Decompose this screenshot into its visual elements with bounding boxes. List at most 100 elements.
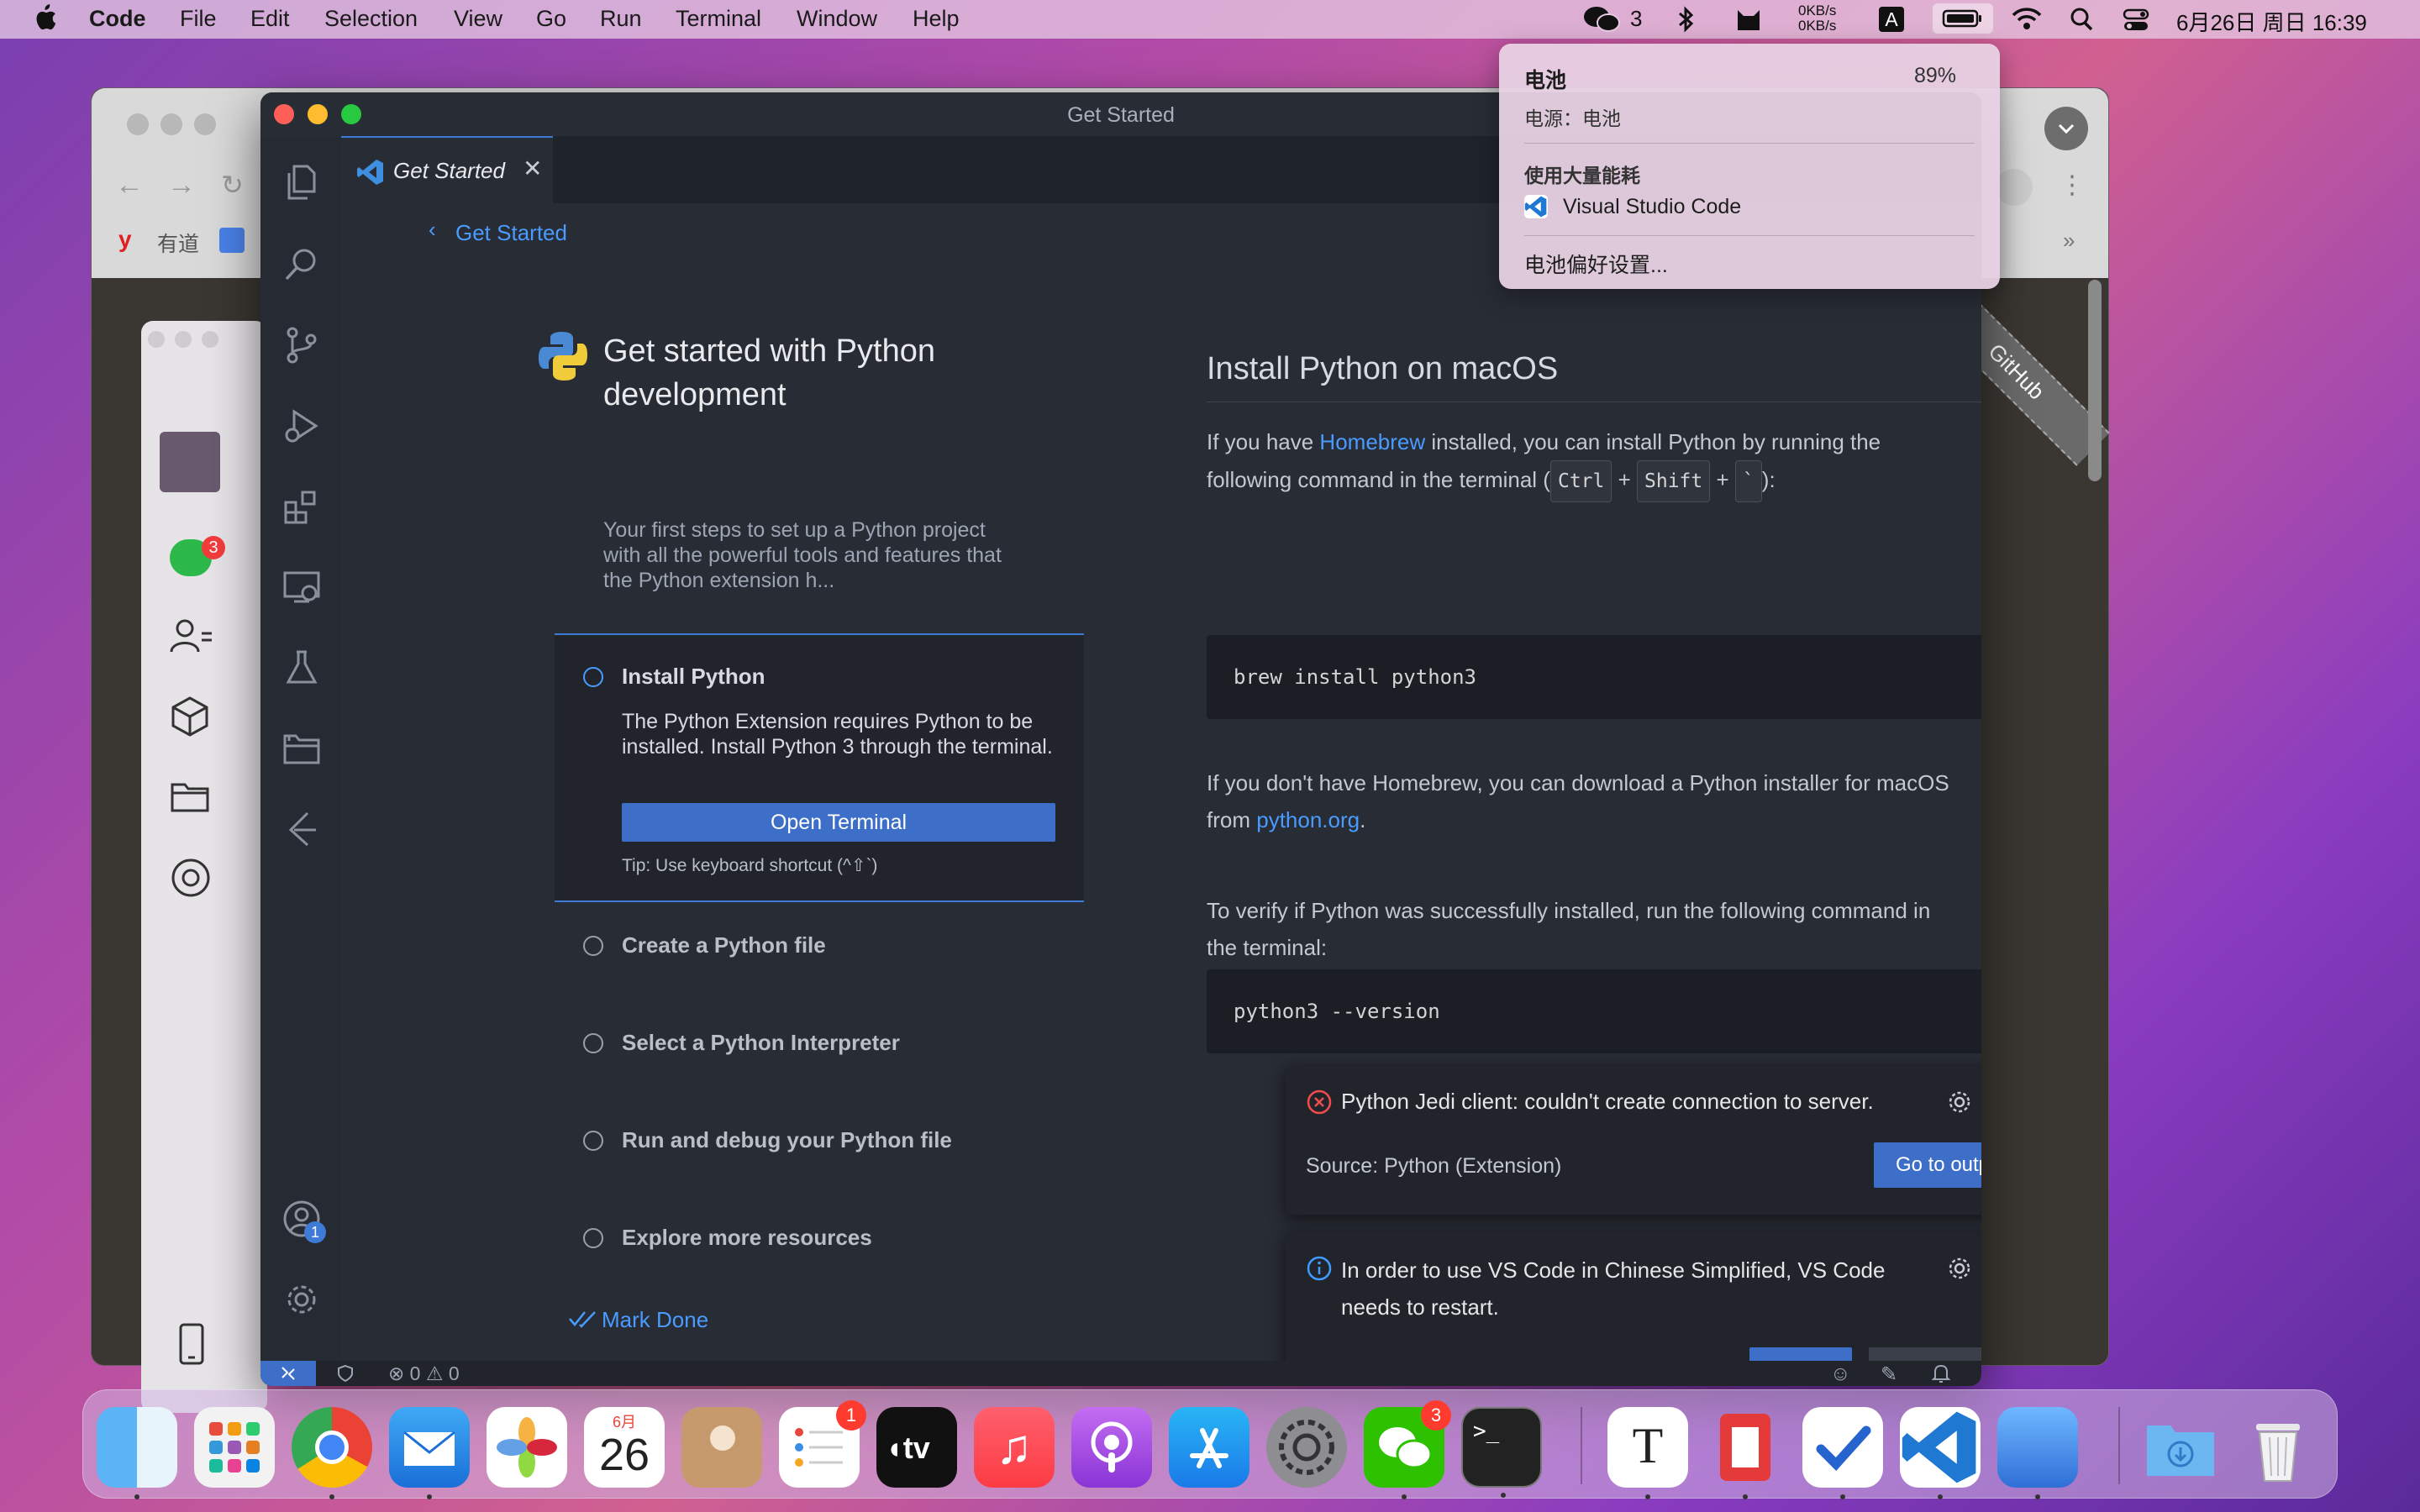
browser-close-dot[interactable] bbox=[127, 113, 149, 135]
dock-terminal[interactable]: >_ bbox=[1461, 1407, 1542, 1498]
code-block-version[interactable]: python3 --version bbox=[1207, 969, 1981, 1053]
wechat-moments-icon[interactable] bbox=[170, 857, 212, 903]
wechat-contacts-icon[interactable] bbox=[170, 617, 213, 659]
run-debug-icon[interactable] bbox=[282, 407, 321, 445]
browser-max-dot[interactable] bbox=[194, 113, 216, 135]
dock-reminders[interactable]: 1 bbox=[779, 1400, 866, 1488]
dock-wechat[interactable]: 3 bbox=[1364, 1400, 1451, 1499]
python-org-link[interactable]: python.org bbox=[1256, 807, 1360, 832]
dock-mail[interactable] bbox=[389, 1407, 470, 1499]
manage-gear-icon[interactable] bbox=[282, 1280, 321, 1319]
spotlight-icon[interactable] bbox=[2069, 5, 2094, 39]
homebrew-link[interactable]: Homebrew bbox=[1319, 429, 1425, 454]
step-radio[interactable] bbox=[583, 1033, 603, 1053]
testing-icon[interactable] bbox=[282, 648, 321, 687]
notifications-bell-icon[interactable] bbox=[1931, 1362, 1951, 1386]
menu-help[interactable]: Help bbox=[913, 6, 960, 32]
apple-menu-icon[interactable] bbox=[32, 3, 57, 39]
dock-todo[interactable] bbox=[1802, 1407, 1883, 1499]
step-select-interpreter[interactable]: Select a Python Interpreter bbox=[555, 1025, 1084, 1067]
dock-parallels[interactable] bbox=[1705, 1407, 1786, 1499]
wifi-icon[interactable] bbox=[2012, 5, 2042, 39]
back-chevron-icon[interactable]: ‹ bbox=[429, 217, 436, 243]
back-link[interactable]: Get Started bbox=[455, 220, 567, 246]
problems-indicator[interactable]: ⊗ 0 ⚠ 0 bbox=[388, 1362, 460, 1385]
step-create-python-file[interactable]: Create a Python file bbox=[555, 927, 1084, 969]
notification-settings-icon[interactable] bbox=[1946, 1255, 1973, 1286]
menu-file[interactable]: File bbox=[180, 6, 217, 32]
source-control-icon[interactable] bbox=[282, 326, 321, 365]
menu-view[interactable]: View bbox=[454, 6, 502, 32]
code-block-brew[interactable]: brew install python3 bbox=[1207, 635, 1981, 719]
wechat-phone-icon[interactable] bbox=[178, 1322, 205, 1370]
app-menu-code[interactable]: Code bbox=[89, 6, 146, 32]
step-install-python[interactable]: Install Python The Python Extension requ… bbox=[555, 633, 1084, 902]
mark-done-link[interactable]: Mark Done bbox=[602, 1307, 708, 1333]
explorer-icon[interactable] bbox=[282, 163, 321, 202]
project-manager-icon[interactable] bbox=[282, 729, 321, 768]
menu-run[interactable]: Run bbox=[600, 6, 642, 32]
dock-launchpad[interactable] bbox=[194, 1407, 275, 1488]
go-to-output-button[interactable]: Go to output bbox=[1874, 1142, 1981, 1188]
shield-icon[interactable] bbox=[336, 1364, 355, 1386]
browser-more-icon[interactable]: ⋮ bbox=[2060, 171, 2085, 200]
menu-edit[interactable]: Edit bbox=[250, 6, 290, 32]
step-explore-resources[interactable]: Explore more resources bbox=[555, 1220, 1084, 1262]
wechat-status-icon[interactable] bbox=[1583, 5, 1620, 39]
input-method-icon[interactable]: A bbox=[1879, 7, 1904, 32]
menu-terminal[interactable]: Terminal bbox=[676, 6, 761, 32]
dock-podcasts[interactable] bbox=[1071, 1407, 1152, 1488]
dock-vscode[interactable] bbox=[1900, 1407, 1981, 1499]
dock-appstore[interactable] bbox=[1169, 1407, 1249, 1488]
tab-close-icon[interactable]: ✕ bbox=[523, 155, 542, 182]
step-radio[interactable] bbox=[583, 936, 603, 956]
step-radio[interactable] bbox=[583, 1131, 603, 1151]
translate-bookmark-icon[interactable] bbox=[219, 228, 245, 253]
dock-downloads-folder[interactable] bbox=[2140, 1407, 2221, 1488]
browser-back-icon[interactable]: ← bbox=[115, 169, 144, 202]
dock-photos[interactable] bbox=[487, 1407, 567, 1488]
copilot-icon[interactable]: ☺ bbox=[1830, 1362, 1851, 1386]
wechat-light-3[interactable] bbox=[202, 331, 218, 348]
bookmarks-overflow-icon[interactable]: » bbox=[2063, 228, 2075, 254]
wechat-cube-icon[interactable] bbox=[170, 696, 210, 742]
extensions-icon[interactable] bbox=[282, 487, 321, 526]
menu-window[interactable]: Window bbox=[797, 6, 877, 32]
notification-settings-icon[interactable] bbox=[1946, 1089, 1973, 1120]
dock-calendar[interactable]: 6月 26 bbox=[584, 1407, 665, 1488]
wechat-folder-icon[interactable] bbox=[170, 780, 210, 817]
dock-appletv[interactable]: ◖tv bbox=[876, 1407, 957, 1488]
heavy-usage-app[interactable]: Visual Studio Code bbox=[1563, 195, 1741, 219]
accounts-icon[interactable]: 1 bbox=[282, 1200, 326, 1243]
wechat-avatar[interactable] bbox=[160, 432, 220, 492]
remote-indicator[interactable] bbox=[260, 1361, 316, 1386]
battery-preferences[interactable]: 电池偏好设置... bbox=[1524, 249, 1668, 279]
browser-scrollbar[interactable] bbox=[2088, 280, 2102, 481]
tab-get-started[interactable]: Get Started ✕ bbox=[341, 136, 553, 205]
browser-min-dot[interactable] bbox=[160, 113, 182, 135]
menu-go[interactable]: Go bbox=[536, 6, 566, 32]
step-run-debug[interactable]: Run and debug your Python file bbox=[555, 1122, 1084, 1164]
control-center-icon[interactable] bbox=[2123, 5, 2149, 39]
dock-migration-assistant[interactable] bbox=[1997, 1407, 2078, 1499]
bluetooth-icon[interactable] bbox=[1676, 5, 1697, 39]
search-icon[interactable] bbox=[282, 245, 321, 284]
battery-icon[interactable] bbox=[1933, 3, 1993, 34]
browser-forward-icon[interactable]: → bbox=[167, 169, 196, 202]
youdao-bookmark[interactable]: 有道 bbox=[157, 228, 199, 258]
feedback-icon[interactable]: ✎ bbox=[1881, 1362, 1897, 1386]
wechat-light-1[interactable] bbox=[148, 331, 165, 348]
clock[interactable]: 6月26日 周日 16:39 bbox=[2176, 6, 2367, 37]
timeline-icon[interactable] bbox=[282, 810, 321, 848]
browser-dropdown-button[interactable] bbox=[2044, 107, 2088, 150]
step-radio[interactable] bbox=[583, 667, 603, 687]
dock-finder[interactable] bbox=[97, 1407, 177, 1499]
browser-reload-icon[interactable]: ↻ bbox=[221, 169, 244, 201]
dock-contacts[interactable] bbox=[681, 1407, 762, 1488]
open-terminal-button[interactable]: Open Terminal bbox=[622, 803, 1055, 842]
remote-explorer-icon[interactable] bbox=[282, 568, 321, 606]
cat-app-icon[interactable] bbox=[1734, 5, 1763, 39]
dock-music[interactable]: ♫ bbox=[974, 1407, 1055, 1488]
dock-chrome[interactable] bbox=[292, 1407, 372, 1499]
step-radio[interactable] bbox=[583, 1228, 603, 1248]
